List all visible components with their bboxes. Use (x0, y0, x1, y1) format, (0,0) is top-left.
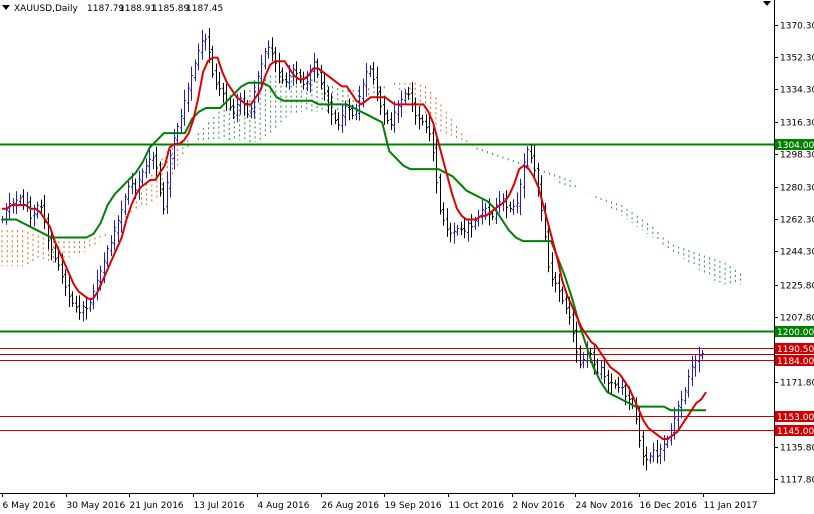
x-tick-label: 4 Aug 2016 (258, 501, 310, 511)
level-tag-label: 1304.00 (777, 141, 814, 151)
y-tick-label: 1370.30 (780, 22, 814, 32)
x-tick-label: 11 Oct 2016 (449, 501, 505, 511)
level-tag-label: 1153.00 (777, 413, 814, 423)
ohlc-low: 1185.89 (152, 4, 189, 14)
chart-title: XAUUSD,Daily (14, 4, 78, 14)
scroll-arrow-icon[interactable] (763, 1, 771, 6)
x-tick-label: 16 Dec 2016 (640, 501, 698, 511)
xauusd-daily-chart: 1370.30 1352.30 1334.30 1316.30 1298.30 1280.… (0, 0, 814, 511)
ohlc-close: 1187.45 (186, 4, 223, 14)
x-tick-label: 19 Sep 2016 (385, 501, 442, 511)
y-tick-label: 1334.30 (780, 86, 814, 96)
x-axis: 6 May 2016 30 May 2016 21 Jun 2016 13 Jul 2… (2, 493, 758, 511)
y-tick-label: 1298.30 (780, 151, 814, 161)
x-tick-label: 2 Nov 2016 (513, 501, 565, 511)
x-tick-label: 6 May 2016 (3, 501, 56, 511)
horizontal-levels (0, 143, 774, 431)
chart-header: XAUUSD,Daily 1187.79 1188.91 1185.89 118… (2, 4, 223, 14)
y-tick-label: 1244.30 (780, 248, 814, 258)
dropdown-triangle-icon[interactable] (2, 5, 10, 10)
y-tick-label: 1171.80 (780, 379, 814, 389)
x-tick-label: 21 Jun 2016 (130, 501, 184, 511)
ohlc-high: 1188.91 (119, 4, 156, 14)
x-tick-label: 30 May 2016 (67, 501, 126, 511)
x-tick-label: 24 Nov 2016 (576, 501, 634, 511)
y-tick-label: 1135.80 (780, 444, 814, 454)
y-tick-label: 1316.30 (780, 119, 814, 129)
level-tag-label: 1200.00 (777, 328, 814, 338)
y-tick-label: 1117.80 (780, 476, 814, 486)
ichimoku-cloud (1, 75, 742, 285)
level-tag-label: 1190.50 (777, 345, 814, 355)
y-tick-label: 1352.30 (780, 54, 814, 64)
y-tick-label: 1262.30 (780, 216, 814, 226)
x-tick-label: 11 Jan 2017 (704, 501, 758, 511)
y-tick-label: 1280.30 (780, 184, 814, 194)
x-tick-label: 13 Jul 2016 (194, 501, 245, 511)
level-tag-label: 1145.00 (777, 427, 814, 437)
x-tick-label: 26 Aug 2016 (322, 501, 380, 511)
y-tick-label: 1225.80 (780, 282, 814, 292)
y-tick-label: 1207.80 (780, 314, 814, 324)
level-tag-label: 1184.00 (777, 357, 814, 367)
